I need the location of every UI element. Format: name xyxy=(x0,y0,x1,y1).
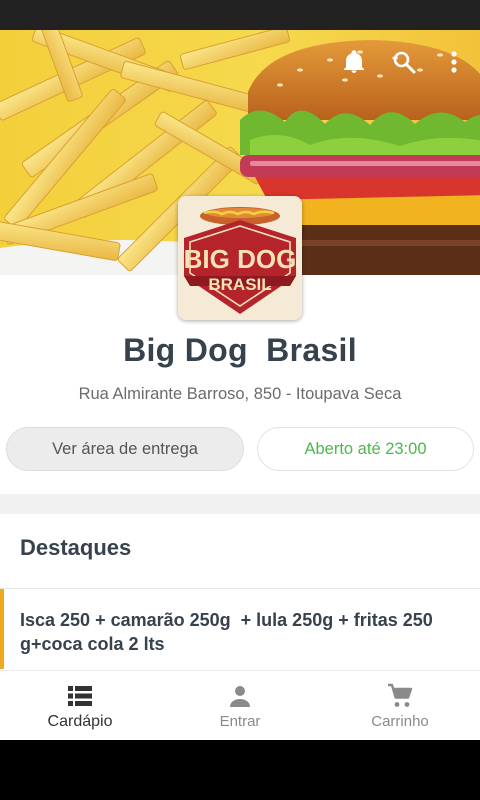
nav-label-cart: Carrinho xyxy=(371,713,429,730)
delivery-area-button[interactable]: Ver área de entrega xyxy=(1,427,249,473)
bell-icon[interactable] xyxy=(340,48,368,76)
system-navigation-bar xyxy=(0,740,480,800)
list-icon xyxy=(68,683,92,709)
logo-subtitle: BRASIL xyxy=(208,275,271,294)
status-bar xyxy=(0,0,480,30)
product-item[interactable]: Isca 250 + camarão 250g + lula 250g + fr… xyxy=(0,589,480,669)
opening-hours-badge: Aberto até 23:00 xyxy=(257,427,474,471)
bottom-navigation: Cardápio Entrar Carrinho xyxy=(0,670,480,740)
nav-item-login[interactable]: Entrar xyxy=(160,671,320,740)
store-address: Rua Almirante Barroso, 850 - Itoupava Se… xyxy=(78,385,402,403)
logo-title: BIG DOG xyxy=(184,244,297,274)
store-name: Big Dog Brasil xyxy=(123,332,357,368)
store-logo: BIG DOG BRASIL xyxy=(178,196,302,320)
section-title: Destaques xyxy=(20,535,132,560)
nav-item-menu[interactable]: Cardápio xyxy=(0,671,160,740)
cart-icon xyxy=(387,683,413,709)
search-icon[interactable] xyxy=(390,48,418,76)
header-actions xyxy=(340,48,468,76)
nav-label-menu: Cardápio xyxy=(47,713,113,730)
section-divider xyxy=(0,494,480,514)
nav-item-cart[interactable]: Carrinho xyxy=(320,671,480,740)
more-vert-icon[interactable] xyxy=(440,48,468,76)
app-screen: BIG DOG BRASIL Big Dog Brasil Rua Almira… xyxy=(0,30,480,740)
person-icon xyxy=(228,683,252,709)
product-name: Isca 250 + camarão 250g + lula 250g + fr… xyxy=(20,610,438,654)
nav-label-login: Entrar xyxy=(219,713,261,730)
